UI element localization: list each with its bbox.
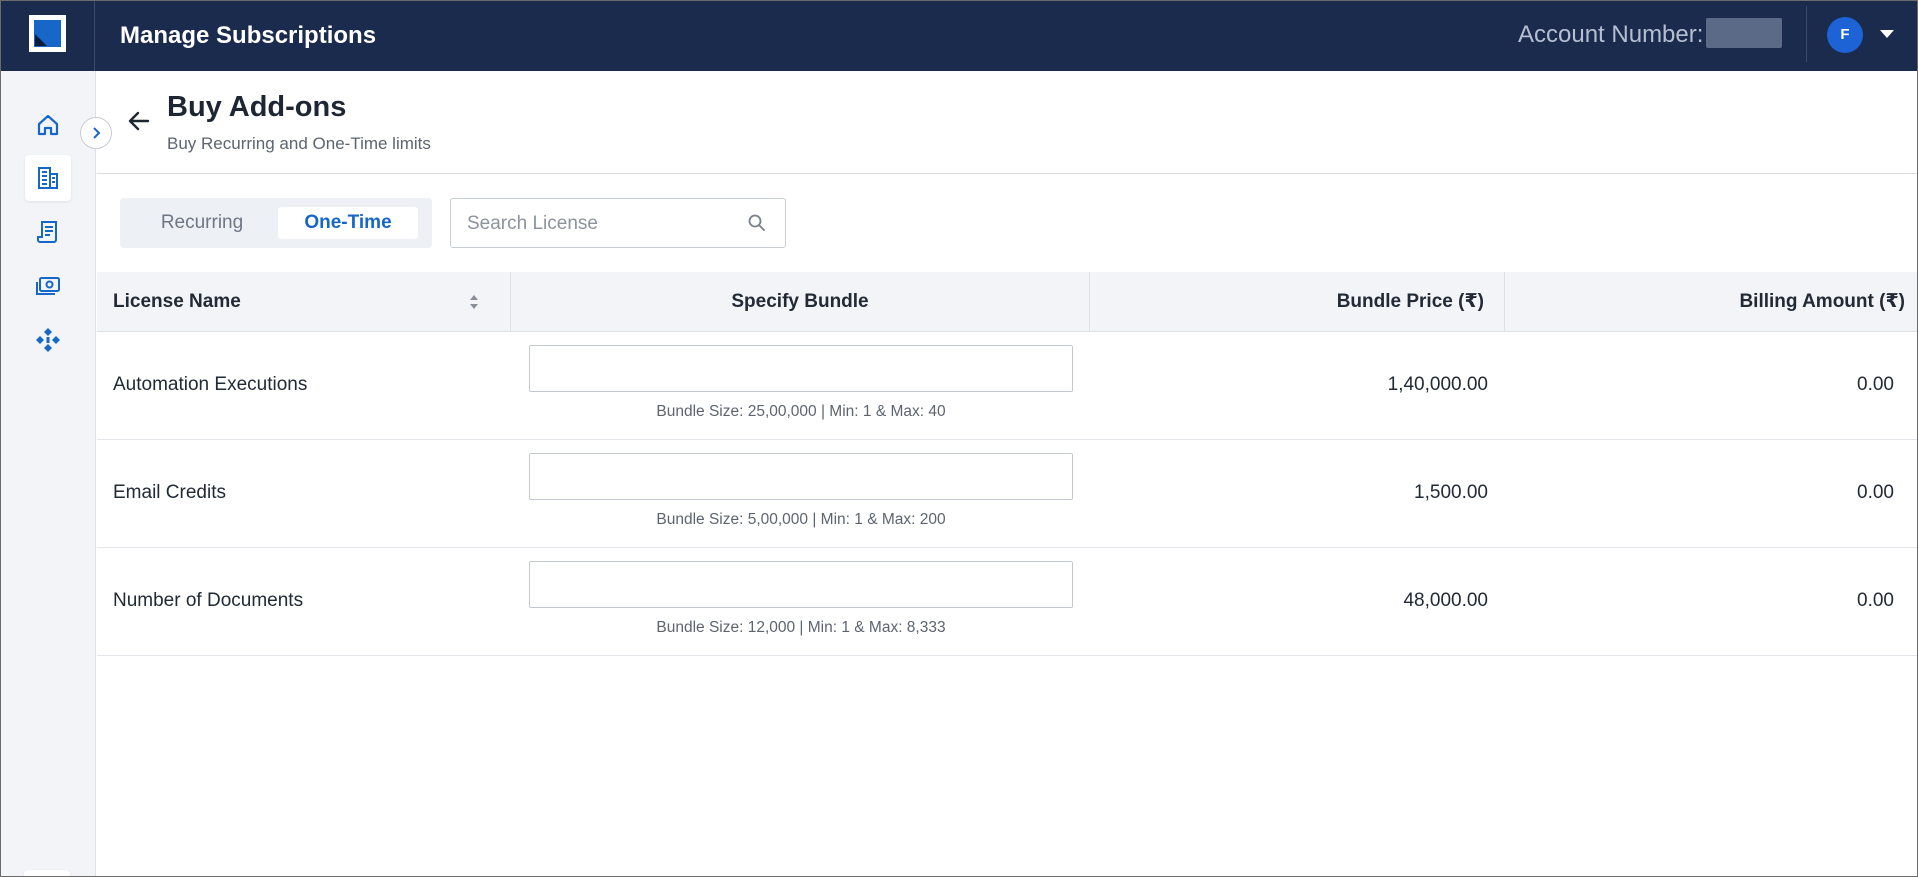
chevron-down-icon[interactable] <box>1880 30 1894 38</box>
account-number-label: Account Number: <box>1518 21 1704 48</box>
chevron-right-icon <box>93 127 101 139</box>
tab-one-time[interactable]: One-Time <box>278 207 418 239</box>
expand-sidebar-button[interactable] <box>80 117 112 149</box>
billing-amount: 0.00 <box>1857 374 1894 395</box>
bundle-price: 1,500.00 <box>1414 482 1488 503</box>
bundle-price: 48,000.00 <box>1403 590 1488 611</box>
search-icon[interactable] <box>747 213 767 233</box>
back-arrow-icon[interactable] <box>126 108 152 134</box>
bundle-price: 1,40,000.00 <box>1387 374 1488 395</box>
sidebar <box>0 71 96 877</box>
bundle-quantity-input[interactable] <box>529 345 1073 392</box>
bundle-hint: Bundle Size: 12,000 | Min: 1 & Max: 8,33… <box>656 619 946 636</box>
billing-amount: 0.00 <box>1857 482 1894 503</box>
app-title: Manage Subscriptions <box>120 22 377 49</box>
header-divider <box>97 173 1918 174</box>
table-row: Number of Documents Bundle Size: 12,000 … <box>97 548 1918 656</box>
invoice-icon[interactable] <box>25 209 71 255</box>
purchase-type-tabs: Recurring One-Time <box>120 198 432 248</box>
column-license-name[interactable]: License Name <box>113 272 241 332</box>
home-icon[interactable] <box>25 102 71 148</box>
addons-table: License Name Specify Bundle Bundle Price… <box>97 272 1918 656</box>
app-logo[interactable] <box>29 15 66 52</box>
column-billing-amount: Billing Amount (₹) <box>1739 291 1905 312</box>
bundle-quantity-input[interactable] <box>529 453 1073 500</box>
table-header: License Name Specify Bundle Bundle Price… <box>97 272 1918 332</box>
license-name: Automation Executions <box>113 374 308 395</box>
bundle-hint: Bundle Size: 25,00,000 | Min: 1 & Max: 4… <box>656 403 946 420</box>
page-title: Buy Add-ons <box>167 91 347 123</box>
column-bundle-price: Bundle Price (₹) <box>1336 291 1484 312</box>
bundle-quantity-input[interactable] <box>529 561 1073 608</box>
column-specify-bundle: Specify Bundle <box>731 291 869 312</box>
payment-icon[interactable] <box>25 263 71 309</box>
user-avatar[interactable]: F <box>1827 17 1863 53</box>
tab-recurring[interactable]: Recurring <box>135 207 269 239</box>
license-name: Email Credits <box>113 482 226 503</box>
sort-icon[interactable] <box>468 292 480 312</box>
license-name: Number of Documents <box>113 590 304 611</box>
search-input[interactable] <box>467 211 727 237</box>
bundle-hint: Bundle Size: 5,00,000 | Min: 1 & Max: 20… <box>656 511 946 528</box>
top-bar: Manage Subscriptions Account Number: F <box>0 0 1918 71</box>
table-row: Email Credits Bundle Size: 5,00,000 | Mi… <box>97 440 1918 548</box>
topbar-divider-right <box>1806 6 1807 62</box>
integration-icon[interactable] <box>25 317 71 363</box>
topbar-divider <box>94 0 95 71</box>
building-icon[interactable] <box>25 155 71 201</box>
page-subtitle: Buy Recurring and One-Time limits <box>167 134 431 153</box>
mail-icon[interactable] <box>24 870 70 877</box>
account-number-value-redacted <box>1706 18 1782 48</box>
billing-amount: 0.00 <box>1857 590 1894 611</box>
table-row: Automation Executions Bundle Size: 25,00… <box>97 332 1918 440</box>
search-license-box <box>450 198 786 248</box>
